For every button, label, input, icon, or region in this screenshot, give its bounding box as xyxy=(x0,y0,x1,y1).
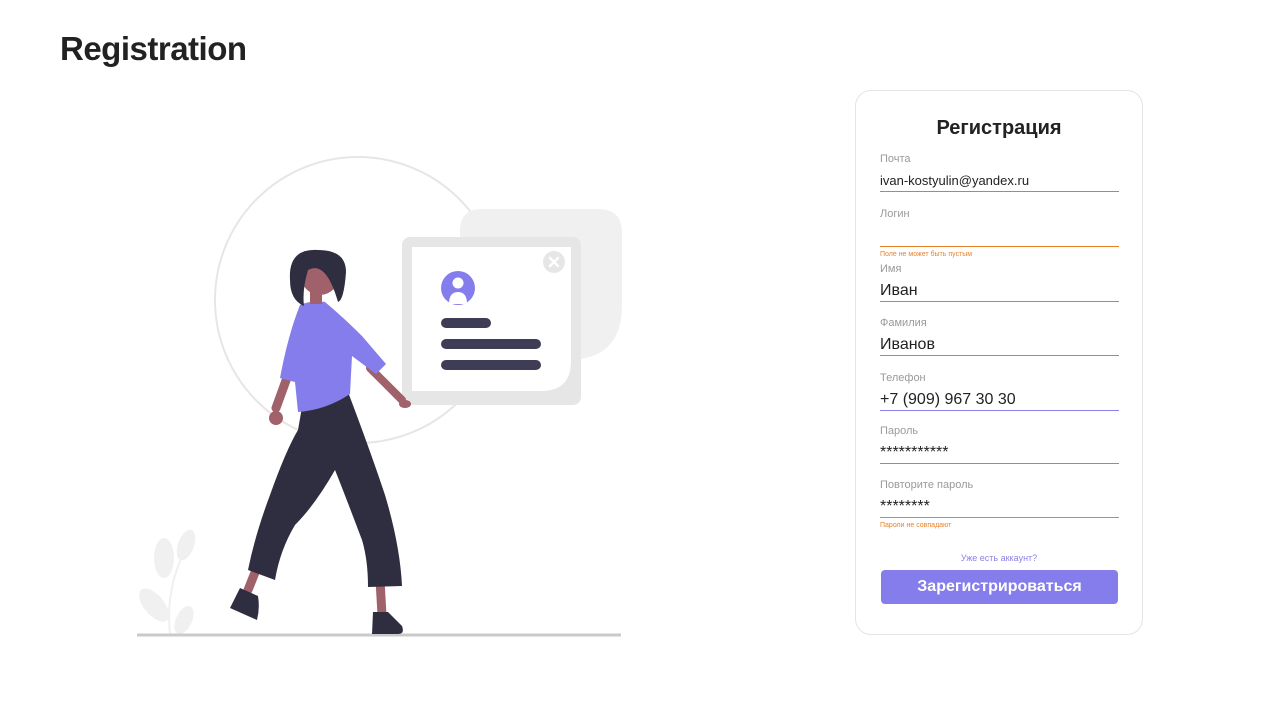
repeat-password-label: Повторите пароль xyxy=(880,479,974,491)
last-name-label: Фамилия xyxy=(880,317,927,329)
password-label: Пароль xyxy=(880,425,919,437)
user-avatar-icon xyxy=(441,271,475,305)
close-icon xyxy=(543,251,565,273)
last-name-input[interactable] xyxy=(880,334,1119,356)
email-input[interactable] xyxy=(880,170,1119,192)
registration-illustration xyxy=(137,156,622,637)
login-input[interactable] xyxy=(880,225,1119,247)
first-name-label: Имя xyxy=(880,263,902,275)
repeat-password-field: Повторите пароль Пароли не совпадают xyxy=(880,479,1119,530)
person-figure xyxy=(230,249,411,634)
plant-decoration xyxy=(139,529,196,636)
login-field: Логин Поле не может быть пустым xyxy=(880,208,1119,259)
card-line-2 xyxy=(441,339,541,349)
repeat-password-error-message: Пароли не совпадают xyxy=(880,522,952,529)
card-line-1 xyxy=(441,318,491,328)
form-title: Регистрация xyxy=(936,117,1062,139)
registration-form: Регистрация Почта Логин Поле не может бы… xyxy=(855,90,1143,635)
email-label: Почта xyxy=(880,153,911,165)
last-name-field: Фамилия xyxy=(880,317,1119,356)
first-name-field: Имя xyxy=(880,263,1119,302)
repeat-password-input[interactable] xyxy=(880,496,1119,518)
login-link[interactable]: Уже есть аккаунт? xyxy=(856,553,1142,563)
phone-label: Телефон xyxy=(880,372,926,384)
phone-input[interactable] xyxy=(880,389,1119,411)
phone-field: Телефон xyxy=(880,372,1119,411)
register-button[interactable]: Зарегистрироваться xyxy=(881,570,1118,604)
password-input[interactable] xyxy=(880,442,1119,464)
page-title: Registration xyxy=(60,30,247,67)
registration-page: Registration Регистрация Почта ivan-kost… xyxy=(0,0,1280,720)
email-field: Почта xyxy=(880,153,1119,192)
login-error-message: Поле не может быть пустым xyxy=(880,251,973,258)
first-name-input[interactable] xyxy=(880,280,1119,302)
password-field: Пароль xyxy=(880,425,1119,464)
login-label: Логин xyxy=(880,208,910,220)
card-line-3 xyxy=(441,360,541,370)
